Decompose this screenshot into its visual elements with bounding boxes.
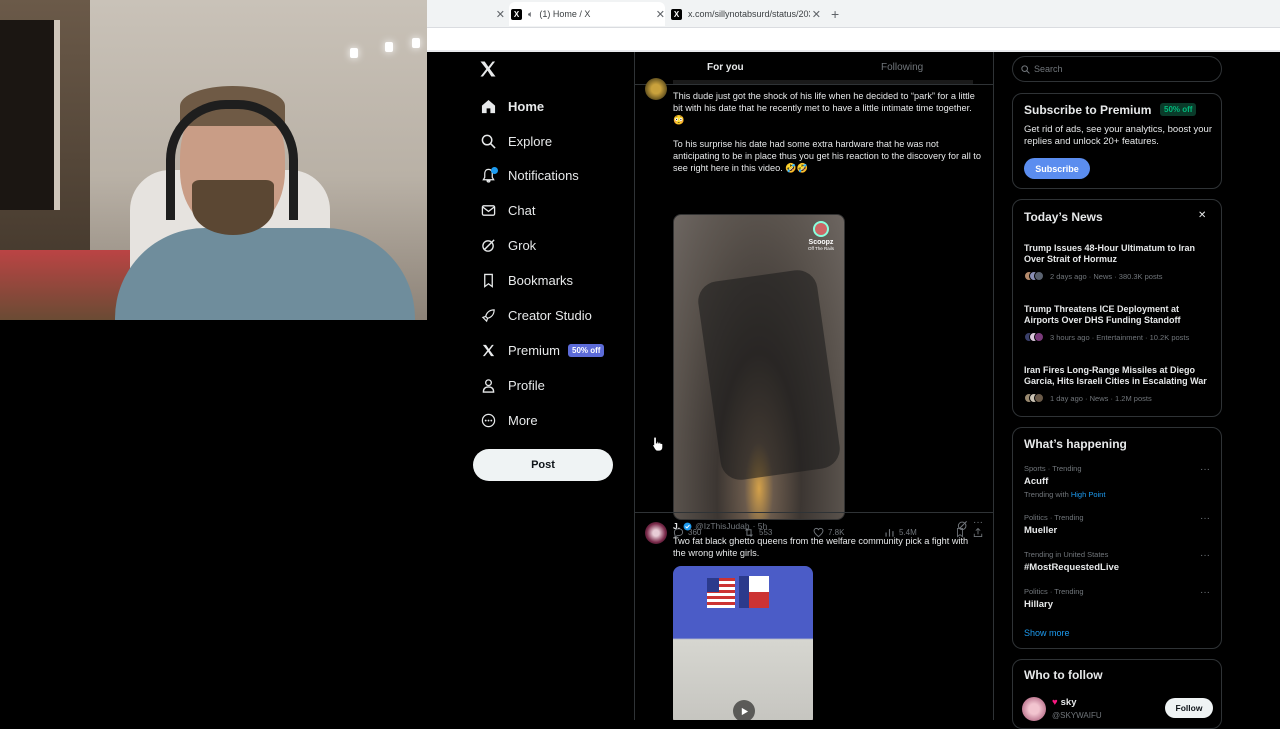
- post-text: Two fat black ghetto queens from the wel…: [673, 536, 969, 558]
- follow-suggestion[interactable]: ♥ sky: [1052, 697, 1077, 708]
- video-watermark: Scoopz Off The Rails: [806, 221, 836, 251]
- avatar[interactable]: [645, 78, 667, 100]
- news-avatars: [1024, 271, 1044, 281]
- post-button[interactable]: Post: [473, 449, 613, 481]
- trend-item[interactable]: Politics · Trending Hillary ···: [1024, 587, 1214, 610]
- person-icon: [480, 377, 496, 393]
- nav-chat[interactable]: Chat: [480, 197, 535, 223]
- bell-icon: [480, 167, 498, 183]
- post-time: · 5h: [752, 521, 768, 531]
- browser-tab-home[interactable]: X 🔈︎ (1) Home / X ✕: [509, 2, 665, 26]
- premium-discount-badge: 50% off: [568, 343, 605, 357]
- verified-badge-icon: [683, 522, 692, 531]
- play-icon[interactable]: [733, 700, 755, 720]
- close-icon[interactable]: ✕: [496, 8, 505, 21]
- search-placeholder: Search: [1034, 64, 1063, 74]
- post[interactable]: This dude just got the shock of his life…: [635, 78, 993, 538]
- heart-icon: ♥: [1052, 697, 1058, 708]
- author-name[interactable]: J.: [673, 521, 680, 531]
- tab-following[interactable]: Following: [881, 62, 923, 73]
- more-options-icon[interactable]: ···: [1200, 587, 1210, 598]
- browser-bar: [427, 28, 1280, 52]
- follow-title: Who to follow: [1024, 668, 1103, 682]
- grok-icon: [480, 237, 496, 253]
- browser-tab[interactable]: ✕: [427, 2, 505, 26]
- nav-creator-studio[interactable]: Creator Studio: [480, 302, 592, 328]
- subscribe-button[interactable]: Subscribe: [1024, 158, 1090, 179]
- whats-happening-card: What’s happening Sports · Trending Acuff…: [1012, 427, 1222, 649]
- x-icon: [480, 342, 496, 358]
- premium-card: Subscribe to Premium 50% off Get rid of …: [1012, 93, 1222, 189]
- browser-tab-strip: ✕ X 🔈︎ (1) Home / X ✕ X x.com/sillynotab…: [427, 0, 1280, 28]
- grok-icon[interactable]: [957, 520, 968, 531]
- nav-more[interactable]: More: [480, 407, 538, 433]
- more-options-icon[interactable]: ···: [1200, 464, 1210, 475]
- trend-item[interactable]: Politics · Trending Mueller ···: [1024, 513, 1214, 536]
- more-options-icon[interactable]: ···: [1200, 550, 1210, 561]
- bookmark-icon: [480, 272, 496, 288]
- flag-stripe: [739, 576, 749, 608]
- nav-explore[interactable]: Explore: [480, 128, 552, 154]
- avatar[interactable]: [645, 522, 667, 544]
- who-to-follow-card: Who to follow ♥ sky @SKYWAIFU Follow: [1012, 659, 1222, 729]
- home-icon: [480, 98, 496, 114]
- more-options-icon[interactable]: ···: [1200, 513, 1210, 524]
- news-item[interactable]: Trump Threatens ICE Deployment at Airpor…: [1024, 304, 1214, 342]
- more-icon: [480, 412, 496, 428]
- nav-grok[interactable]: Grok: [480, 232, 536, 258]
- author-handle[interactable]: @IzThisJudah: [695, 521, 749, 531]
- premium-description: Get rid of ads, see your analytics, boos…: [1024, 124, 1212, 147]
- follow-button[interactable]: Follow: [1165, 698, 1213, 718]
- trend-item[interactable]: Trending in United States #MostRequested…: [1024, 550, 1214, 573]
- tab-for-you[interactable]: For you: [707, 62, 744, 73]
- todays-news-card: Today’s News ✕ Trump Issues 48-Hour Ulti…: [1012, 199, 1222, 417]
- webcam-overlay: [0, 0, 427, 320]
- browser-tab-status[interactable]: X x.com/sillynotabsurd/status/2035 ✕: [669, 2, 821, 26]
- notification-dot: [491, 167, 498, 174]
- post-header: J. @IzThisJudah · 5h: [673, 521, 767, 531]
- scoopz-logo-icon: [813, 221, 829, 237]
- search-input[interactable]: Search: [1012, 56, 1222, 82]
- news-item[interactable]: Trump Issues 48-Hour Ultimatum to Iran O…: [1024, 243, 1214, 281]
- post-text: This dude just got the shock of his life…: [673, 91, 975, 125]
- close-icon[interactable]: ✕: [812, 8, 821, 21]
- news-avatars: [1024, 393, 1044, 403]
- post[interactable]: J. @IzThisJudah · 5h ··· Two fat black g…: [635, 512, 993, 720]
- happening-title: What’s happening: [1024, 437, 1127, 451]
- nav-home[interactable]: Home: [480, 93, 544, 119]
- post-video[interactable]: Scoopz Off The Rails: [673, 214, 845, 520]
- post-video[interactable]: [673, 566, 813, 720]
- premium-title: Subscribe to Premium: [1024, 103, 1152, 117]
- flag-canton: [707, 578, 719, 592]
- search-icon: [480, 133, 496, 149]
- mail-icon: [480, 202, 496, 218]
- news-title: Today’s News: [1024, 210, 1103, 224]
- follow-handle: @SKYWAIFU: [1052, 711, 1102, 720]
- trend-item[interactable]: Sports · Trending Acuff Trending with Hi…: [1024, 464, 1214, 499]
- show-more-link[interactable]: Show more: [1024, 628, 1070, 638]
- news-item[interactable]: Iran Fires Long-Range Missiles at Diego …: [1024, 365, 1214, 403]
- nav-notifications[interactable]: Notifications: [480, 162, 579, 188]
- speaker-icon[interactable]: 🔈︎: [528, 9, 533, 20]
- news-avatars: [1024, 332, 1044, 342]
- more-options-icon[interactable]: ···: [973, 517, 983, 528]
- close-icon[interactable]: ✕: [1198, 210, 1206, 221]
- x-favicon-icon: X: [511, 8, 522, 20]
- avatar[interactable]: [1022, 697, 1046, 721]
- timeline: For you Following This dude just got the…: [634, 52, 994, 720]
- clipped-header: [673, 80, 973, 84]
- search-icon: [1021, 64, 1030, 74]
- nav-premium[interactable]: Premium 50% off: [480, 337, 605, 363]
- premium-discount-badge: 50% off: [1160, 103, 1197, 116]
- nav-bookmarks[interactable]: Bookmarks: [480, 267, 573, 293]
- nav-profile[interactable]: Profile: [480, 372, 545, 398]
- x-logo-icon[interactable]: [478, 59, 498, 79]
- close-icon[interactable]: ✕: [656, 8, 665, 21]
- trend-link[interactable]: High Point: [1071, 490, 1106, 499]
- rocket-icon: [480, 307, 496, 323]
- new-tab-button[interactable]: +: [831, 2, 839, 26]
- x-favicon-icon: X: [671, 8, 682, 20]
- post-text: To his surprise his date had some extra …: [673, 139, 981, 173]
